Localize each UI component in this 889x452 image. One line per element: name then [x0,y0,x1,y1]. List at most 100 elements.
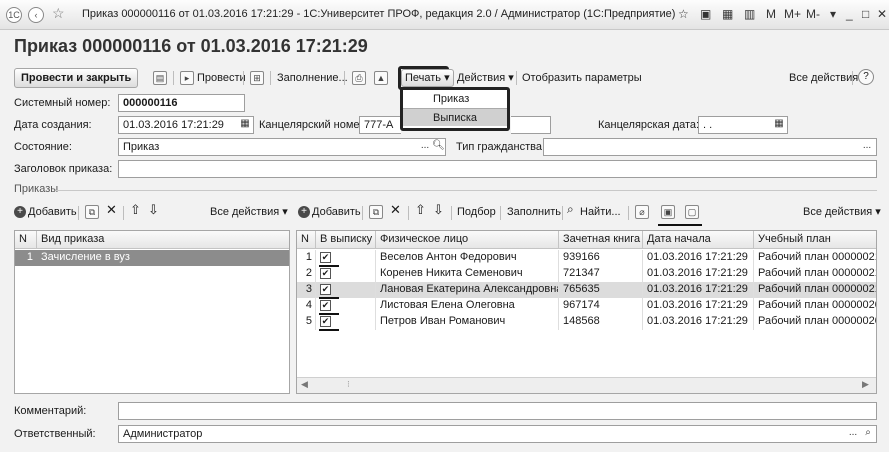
office-date-calendar-icon[interactable]: ▦ [772,117,786,133]
calendar-icon[interactable]: ▥ [744,7,755,21]
select-all-icon[interactable]: ▣ [661,205,675,219]
column-header-study-plan[interactable]: Учебный план [754,231,876,249]
post-button[interactable]: Провести [197,69,246,87]
column-header-in-extract[interactable]: В выписку [316,231,376,249]
column-header-person[interactable]: Физическое лицо [376,231,559,249]
pick-button[interactable]: Подбор [457,203,496,221]
in-extract-cell[interactable]: ✔ [316,298,376,314]
column-header-order-type[interactable]: Вид приказа [37,231,289,249]
print-menu-button[interactable]: Печать ▾ [401,69,454,87]
table-row[interactable]: 2 ✔ Коренев Никита Семенович 721347 01.0… [297,266,876,282]
post-icon[interactable]: ▸ [180,71,194,85]
state-label: Состояние: [14,141,72,153]
print-icon[interactable]: ⎙ [352,71,366,85]
move-down-icon[interactable]: ⇩ [148,202,159,218]
created-date-field[interactable]: 01.03.2016 17:21:29 [118,116,254,134]
left-add-button[interactable]: Добавить [28,203,77,221]
state-search-icon[interactable]: 🔍︎ [432,139,445,155]
close-icon[interactable]: ✕ [877,7,887,21]
order-types-table[interactable]: N Вид приказа 1 Зачисление в вуз [14,230,290,394]
delete-icon[interactable]: ✕ [106,202,117,218]
app-logo-icon[interactable]: 1С [6,7,22,23]
favorite-star-icon[interactable]: ☆ [52,5,65,22]
scroll-left-icon[interactable]: ◀ [301,379,308,390]
fill-button[interactable]: Заполнение... [277,69,348,87]
persons-table[interactable]: N В выписку Физическое лицо Зачетная кни… [296,230,877,394]
office-number-field[interactable]: 777-А [359,116,401,134]
state-field[interactable]: Приказ [118,138,446,156]
calculator-icon[interactable]: ▦ [722,7,733,21]
horizontal-scrollbar[interactable]: ◀ ⁝ ▶ [297,377,876,393]
add-icon[interactable]: + [298,206,310,218]
memory-m-button[interactable]: M [766,7,776,21]
column-header-n[interactable]: N [297,231,316,249]
all-actions-menu[interactable]: Все действия ▾ [789,69,867,87]
state-select-button[interactable]: ... [418,139,432,155]
show-params-link[interactable]: Отобразить параметры [522,69,642,87]
move-up-icon[interactable]: ⇧ [130,202,141,218]
delete-icon[interactable]: ✕ [390,202,401,218]
column-header-start-date[interactable]: Дата начала [643,231,754,249]
scroll-thumb[interactable]: ⁝ [347,379,350,390]
citizenship-field[interactable] [543,138,877,156]
checkbox[interactable]: ✔ [320,316,331,327]
order-header-field[interactable] [118,160,877,178]
table-row[interactable]: 4 ✔ Листовая Елена Олеговна 967174 01.03… [297,298,876,314]
link-icon[interactable]: ▣ [700,7,711,21]
in-extract-cell[interactable]: ✔ [316,250,376,266]
memory-minus-button[interactable]: M- [806,7,820,21]
left-all-actions-menu[interactable]: Все действия ▾ [210,203,288,221]
checkbox[interactable]: ✔ [320,268,331,279]
cancel-search-icon[interactable]: ⌀ [635,205,649,219]
stamp-icon[interactable]: ▲ [374,71,388,85]
structure-icon[interactable]: ⊞ [250,71,264,85]
copy-icon[interactable]: ⧉ [369,205,383,219]
post-and-close-button[interactable]: Провести и закрыть [14,68,139,88]
office-number-field-tail[interactable] [511,116,551,134]
copy-icon[interactable]: ⧉ [85,205,99,219]
checkbox[interactable]: ✔ [320,284,331,295]
page-title: Приказ 000000116 от 01.03.2016 17:21:29 [14,36,368,56]
in-extract-cell[interactable]: ✔ [316,282,376,298]
memory-plus-button[interactable]: M+ [784,7,801,21]
responsible-field[interactable]: Администратор [118,425,877,443]
find-icon[interactable]: ⌕ [567,202,574,217]
scroll-right-icon[interactable]: ▶ [862,379,869,390]
dropdown-icon[interactable]: ▾ [830,7,836,21]
actions-menu[interactable]: Действия ▾ [457,69,514,87]
table-row[interactable]: 1 ✔ Веселов Антон Федорович 939166 01.03… [297,250,876,266]
back-icon[interactable]: ‹ [28,7,44,23]
move-down-icon[interactable]: ⇩ [433,202,444,218]
help-icon[interactable]: ? [858,69,874,85]
right-fill-button[interactable]: Заполнить [507,203,561,221]
table-row[interactable]: 5 ✔ Петров Иван Романович 148568 01.03.2… [297,314,876,330]
calendar-picker-icon[interactable]: ▦ [238,117,252,133]
citizenship-select-button[interactable]: ... [860,139,874,155]
print-menu-item-extract[interactable]: Выписка [403,108,507,126]
right-all-actions-menu[interactable]: Все действия ▾ [803,203,881,221]
favorite-icon[interactable]: ☆ [678,7,689,21]
right-add-button[interactable]: Добавить [312,203,361,221]
responsible-select-button[interactable]: ... [846,426,860,442]
column-header-n[interactable]: N [15,231,37,249]
start-date-cell: 01.03.2016 17:21:29 [643,298,754,314]
checkbox[interactable]: ✔ [320,252,331,263]
system-number-label: Системный номер: [14,97,111,109]
in-extract-cell[interactable]: ✔ [316,266,376,282]
system-number-field[interactable]: 000000116 [118,94,245,112]
move-up-icon[interactable]: ⇧ [415,202,426,218]
deselect-all-icon[interactable]: ▢ [685,205,699,219]
comment-field[interactable] [118,402,877,420]
minimize-icon[interactable]: _ [846,7,853,21]
table-row[interactable]: 3 ✔ Лановая Екатерина Александровна 7656… [297,282,876,298]
add-icon[interactable]: + [14,206,26,218]
print-menu-item-order[interactable]: Приказ [403,90,507,108]
table-row[interactable]: 1 Зачисление в вуз [15,250,289,266]
save-icon[interactable]: ▤ [153,71,167,85]
in-extract-cell[interactable]: ✔ [316,314,376,330]
maximize-icon[interactable]: □ [862,7,869,21]
column-header-record-book[interactable]: Зачетная книга [559,231,643,249]
checkbox[interactable]: ✔ [320,300,331,311]
find-button[interactable]: Найти... [580,203,621,221]
responsible-search-icon[interactable]: ⌕ [861,426,875,442]
